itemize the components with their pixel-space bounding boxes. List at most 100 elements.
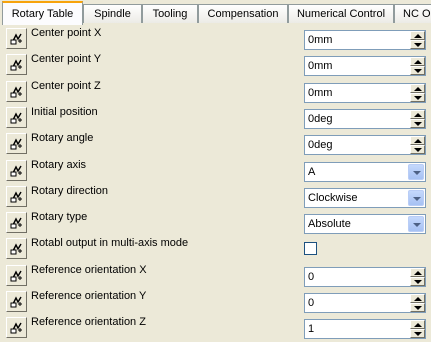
formula-button[interactable] [6, 317, 27, 339]
chevron-down-icon [413, 170, 421, 175]
arrow-up-icon [414, 86, 422, 91]
spinner-value[interactable]: 0 [308, 271, 314, 283]
spin-up-button[interactable] [410, 136, 425, 146]
formula-button[interactable] [6, 80, 27, 102]
formula-button[interactable] [6, 264, 27, 286]
spinner-arrows [410, 31, 425, 49]
arrow-down-icon [414, 332, 422, 337]
param-label: Rotary direction [31, 184, 109, 197]
value-dropdown[interactable]: Clockwise [304, 187, 426, 208]
param-row-rotary-direction: Rotary direction Clockwise [0, 183, 431, 210]
spin-down-button[interactable] [410, 303, 425, 312]
tab-compensation[interactable]: Compensation [198, 4, 288, 23]
param-label: Reference orientation Y [31, 290, 147, 302]
tab-numerical-control[interactable]: Numerical Control [288, 4, 394, 23]
param-label: Rotary angle [31, 132, 94, 145]
param-row-initial-position: Initial position 0deg [0, 104, 431, 131]
formula-button[interactable] [6, 54, 27, 76]
spinner-arrows [410, 109, 425, 128]
value-dropdown[interactable]: A [304, 161, 426, 182]
param-label: Rotary axis [31, 158, 87, 171]
value-spinner[interactable]: 1 [304, 319, 426, 340]
param-label: Center point Y [31, 53, 102, 66]
param-row-rotary-axis: Rotary axis A [0, 157, 431, 184]
param-row-reference-orientation-x: Reference orientation X 0 [0, 262, 431, 289]
formula-button[interactable] [6, 106, 27, 128]
spin-up-button[interactable] [410, 57, 425, 67]
chevron-down-icon [413, 196, 421, 201]
arrow-up-icon [414, 270, 422, 275]
spinner-arrows [410, 83, 425, 102]
spinner-value[interactable]: 1 [308, 323, 314, 335]
dropdown-button[interactable] [408, 163, 424, 180]
value-spinner[interactable]: 0mm [304, 30, 426, 50]
value-spinner[interactable]: 0 [304, 266, 426, 287]
param-row-center-point-x: Center point X 0mm [0, 25, 431, 52]
tab-spindle[interactable]: Spindle [83, 4, 142, 23]
tab-tooling[interactable]: Tooling [142, 4, 198, 23]
param-label: Initial position [31, 105, 98, 118]
spin-down-button[interactable] [410, 92, 425, 102]
spin-up-button[interactable] [410, 83, 425, 93]
spinner-value[interactable]: 0mm [308, 34, 332, 46]
param-row-rotabl-output-in-multi-axis-mode: Rotabl output in multi-axis mode [0, 235, 431, 262]
formula-button[interactable] [6, 238, 27, 260]
spin-down-button[interactable] [410, 66, 425, 76]
value-dropdown[interactable]: Absolute [304, 214, 426, 235]
tab-rotary-table[interactable]: Rotary Table [2, 1, 83, 25]
arrow-up-icon [414, 60, 422, 65]
spinner-arrows [410, 320, 425, 339]
param-row-reference-orientation-y: Reference orientation Y 0 [0, 288, 431, 315]
param-row-rotary-type: Rotary type Absolute [0, 209, 431, 236]
spin-up-button[interactable] [410, 267, 425, 277]
spin-up-button[interactable] [410, 320, 425, 330]
spin-up-button[interactable] [410, 31, 425, 40]
arrow-down-icon [414, 306, 422, 310]
param-label: Center point Z [31, 79, 101, 92]
spinner-value[interactable]: 0deg [308, 139, 332, 151]
param-label: Rotabl output in multi-axis mode [31, 237, 189, 250]
arrow-up-icon [414, 297, 422, 301]
arrow-up-icon [414, 323, 422, 328]
formula-button[interactable] [6, 212, 27, 234]
dropdown-button[interactable] [408, 189, 424, 206]
spin-down-button[interactable] [410, 276, 425, 286]
arrow-up-icon [414, 112, 422, 117]
value-spinner[interactable]: 0deg [304, 108, 426, 129]
tab-nc-output[interactable]: NC Ou [394, 4, 431, 23]
arrow-down-icon [414, 95, 422, 100]
spin-up-button[interactable] [410, 109, 425, 119]
param-row-center-point-z: Center point Z 0mm [0, 78, 431, 105]
spin-down-button[interactable] [410, 329, 425, 339]
formula-button[interactable] [6, 159, 27, 181]
spinner-arrows [410, 294, 425, 312]
spinner-value[interactable]: 0deg [308, 113, 332, 125]
parameters-panel: Center point X 0mm Center point Y 0mm Center… [0, 24, 431, 342]
spinner-value[interactable]: 0 [308, 297, 314, 309]
multi-axis-checkbox[interactable] [304, 242, 317, 256]
formula-button[interactable] [6, 185, 27, 207]
value-spinner[interactable]: 0deg [304, 135, 426, 156]
dropdown-button[interactable] [408, 216, 424, 233]
spinner-value[interactable]: 0mm [308, 87, 332, 99]
value-spinner[interactable]: 0mm [304, 56, 426, 77]
formula-button[interactable] [6, 133, 27, 155]
spin-down-button[interactable] [410, 118, 425, 128]
arrow-down-icon [414, 43, 422, 47]
formula-button[interactable] [6, 291, 27, 312]
param-label: Reference orientation X [31, 263, 147, 276]
arrow-down-icon [414, 121, 422, 126]
spin-up-button[interactable] [410, 294, 425, 303]
dropdown-value: Clockwise [308, 191, 358, 204]
arrow-down-icon [414, 279, 422, 284]
param-label: Rotary type [31, 211, 88, 224]
value-spinner[interactable]: 0 [304, 293, 426, 313]
spin-down-button[interactable] [410, 145, 425, 155]
dropdown-value: Absolute [308, 218, 351, 231]
dropdown-value: A [308, 165, 316, 178]
value-spinner[interactable]: 0mm [304, 82, 426, 103]
param-row-center-point-y: Center point Y 0mm [0, 51, 431, 78]
spinner-value[interactable]: 0mm [308, 60, 332, 72]
formula-button[interactable] [6, 28, 27, 49]
spin-down-button[interactable] [410, 40, 425, 49]
